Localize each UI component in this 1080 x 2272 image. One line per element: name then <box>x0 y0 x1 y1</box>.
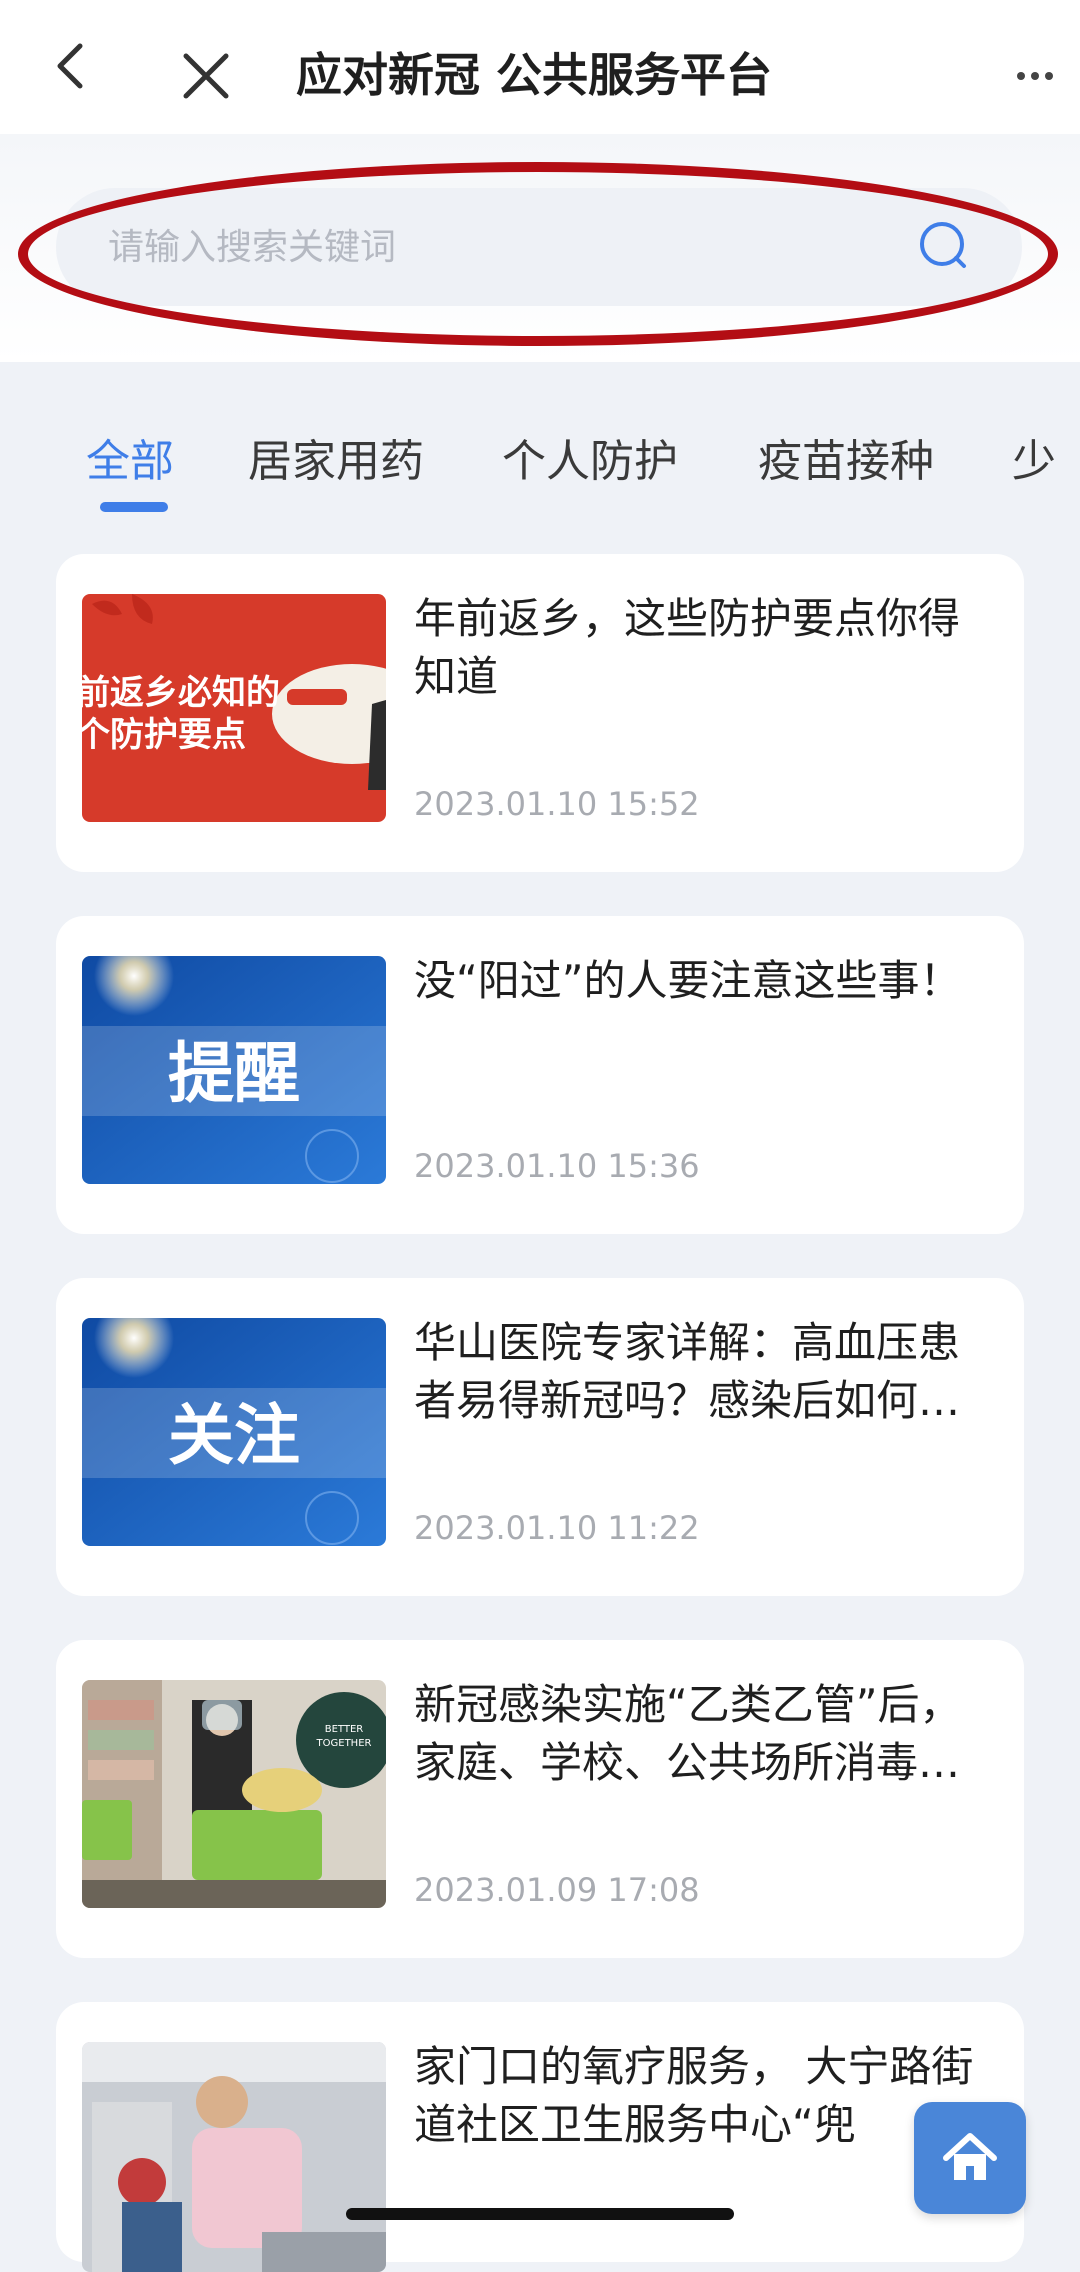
article-thumbnail <box>82 2042 386 2272</box>
article-thumbnail: 关注 <box>82 1318 386 1546</box>
tab-vaccination[interactable]: 疫苗接种 <box>758 422 934 502</box>
search-area <box>0 134 1080 362</box>
list-item[interactable]: 前返乡必知的 个防护要点 年前返乡，这些防护要点你得知道 2023.01.10 … <box>56 554 1024 872</box>
chevron-left-icon <box>57 43 83 89</box>
more-button[interactable] <box>1010 56 1060 96</box>
thumb-text-line2: TOGETHER <box>316 1738 372 1749</box>
home-button[interactable] <box>914 2102 1026 2214</box>
category-tabs: 全部 居家用药 个人防护 疫苗接种 少 <box>0 362 1080 532</box>
article-thumbnail: BETTER TOGETHER <box>82 1680 386 1908</box>
list-item[interactable]: 关注 华山医院专家详解：高血压患者易得新冠吗？感染后如何用药？ 2023.01.… <box>56 1278 1024 1596</box>
tab-home-medication[interactable]: 居家用药 <box>248 422 424 502</box>
home-icon <box>943 2133 997 2180</box>
list-item[interactable]: BETTER TOGETHER 新冠感染实施“乙类乙管”后，家庭、学校、公共场所… <box>56 1640 1024 1958</box>
tab-personal-protection[interactable]: 个人防护 <box>502 422 678 502</box>
article-thumbnail: 前返乡必知的 个防护要点 <box>82 594 386 822</box>
back-button[interactable] <box>44 40 96 92</box>
article-title: 华山医院专家详解：高血压患者易得新冠吗？感染后如何用药？ <box>414 1318 961 1425</box>
article-thumbnail: 提醒 <box>82 956 386 1184</box>
thumb-text: 提醒 <box>168 1035 300 1112</box>
tab-more-partial[interactable]: 少 <box>1012 422 1056 502</box>
tab-all[interactable]: 全部 <box>86 422 174 502</box>
article-title: 年前返乡，这些防护要点你得知道 <box>414 594 961 701</box>
list-item[interactable]: 家门口的氧疗服务， 大宁路街道社区卫生服务中心“兜 <box>56 2002 1024 2272</box>
article-title: 没“阳过”的人要注意这些事！ <box>414 956 962 1005</box>
page-title: 应对新冠 公共服务平台 <box>296 48 773 102</box>
close-button[interactable] <box>176 46 236 106</box>
more-horizontal-icon <box>1017 72 1053 80</box>
article-date: 2023.01.10 11:22 <box>414 1509 700 1547</box>
article-title: 新冠感染实施“乙类乙管”后，家庭、学校、公共场所消毒怎么做？ <box>414 1680 962 1787</box>
tab-active-indicator <box>100 502 168 512</box>
search-input[interactable] <box>106 188 886 306</box>
thumb-text-line1: BETTER <box>325 1724 364 1735</box>
thumb-text-line1: 前返乡必知的 <box>82 673 280 713</box>
system-home-indicator[interactable] <box>346 2208 734 2220</box>
thumb-text-line2: 个防护要点 <box>82 715 246 755</box>
article-date: 2023.01.10 15:36 <box>414 1147 700 1185</box>
article-title: 家门口的氧疗服务， 大宁路街道社区卫生服务中心“兜 <box>414 2042 974 2149</box>
close-icon <box>183 53 229 99</box>
article-date: 2023.01.09 17:08 <box>414 1871 700 1909</box>
list-item[interactable]: 提醒 没“阳过”的人要注意这些事！ 2023.01.10 15:36 <box>56 916 1024 1234</box>
search-icon[interactable] <box>914 216 974 276</box>
article-date: 2023.01.10 15:52 <box>414 785 700 823</box>
top-bar: 应对新冠 公共服务平台 <box>0 0 1080 134</box>
search-box <box>56 188 1022 306</box>
thumb-text: 关注 <box>168 1397 300 1474</box>
